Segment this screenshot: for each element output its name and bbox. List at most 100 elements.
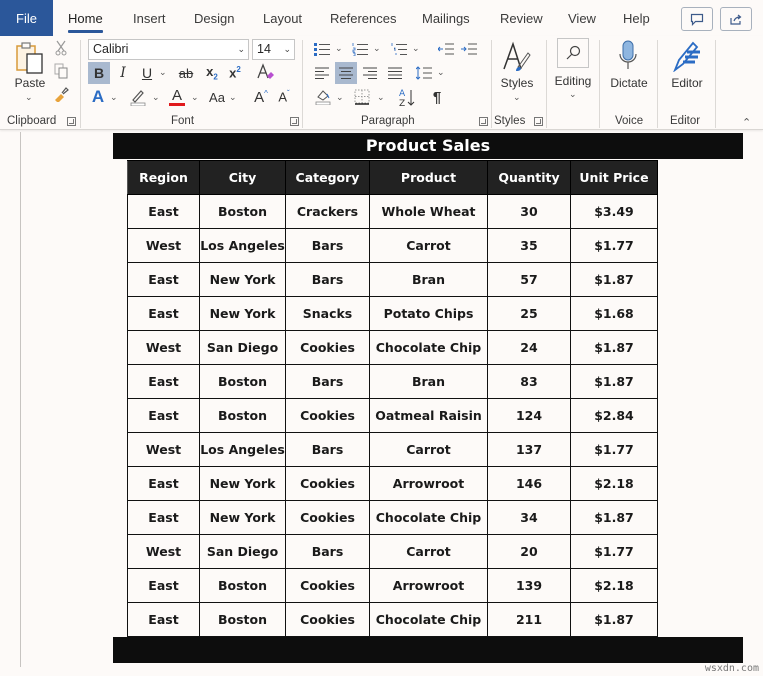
tab-references[interactable]: References (330, 0, 396, 36)
table-cell[interactable]: Cookies (285, 466, 370, 501)
copy-button[interactable] (53, 63, 69, 79)
table-cell[interactable]: Arrowroot (369, 568, 488, 603)
comments-button[interactable] (681, 7, 713, 31)
cut-button[interactable] (53, 40, 69, 56)
paste-button[interactable] (13, 40, 47, 76)
paragraph-dialog-launcher[interactable] (479, 117, 488, 126)
bullets-button[interactable] (313, 40, 331, 58)
dictate-button[interactable] (614, 39, 642, 73)
table-cell[interactable]: 24 (487, 330, 571, 365)
table-cell[interactable]: Crackers (285, 194, 370, 229)
table-cell[interactable]: 34 (487, 500, 571, 535)
table-cell[interactable]: $1.87 (570, 602, 658, 637)
table-cell[interactable]: $2.18 (570, 568, 658, 603)
tab-insert[interactable]: Insert (133, 0, 166, 36)
format-painter-button[interactable] (53, 86, 69, 102)
table-cell[interactable]: San Diego (199, 330, 286, 365)
table-cell[interactable]: $1.77 (570, 432, 658, 467)
table-cell[interactable]: $3.49 (570, 194, 658, 229)
sort-button[interactable]: AZ (396, 86, 418, 108)
align-right-button[interactable] (360, 63, 380, 83)
table-cell[interactable]: Boston (199, 398, 286, 433)
table-cell[interactable]: Cookies (285, 398, 370, 433)
table-cell[interactable]: Bars (285, 534, 370, 569)
table-cell[interactable]: Los Angeles (199, 432, 286, 467)
table-cell[interactable]: Boston (199, 194, 286, 229)
table-cell[interactable]: Snacks (285, 296, 370, 331)
align-left-button[interactable] (312, 63, 332, 83)
grow-font-button[interactable]: A^ (251, 86, 271, 108)
table-cell[interactable]: $1.87 (570, 262, 658, 297)
table-cell[interactable]: East (127, 262, 200, 297)
table-cell[interactable]: Carrot (369, 228, 488, 263)
text-effects-button[interactable]: A (89, 86, 107, 108)
line-spacing-button[interactable] (414, 63, 434, 83)
table-cell[interactable]: New York (199, 500, 286, 535)
tab-home[interactable]: Home (68, 0, 103, 36)
table-cell[interactable]: Arrowroot (369, 466, 488, 501)
table-cell[interactable]: Chocolate Chip (369, 500, 488, 535)
bullets-dropdown[interactable]: ⌄ (335, 43, 343, 54)
editing-button[interactable] (557, 38, 589, 68)
styles-dropdown[interactable]: ⌄ (513, 92, 521, 103)
multilevel-list-dropdown[interactable]: ⌄ (412, 43, 420, 54)
table-cell[interactable]: 30 (487, 194, 571, 229)
table-cell[interactable]: 137 (487, 432, 571, 467)
tab-help[interactable]: Help (623, 0, 650, 36)
table-cell[interactable]: West (127, 330, 200, 365)
font-size-combo[interactable]: 14 ⌄ (252, 39, 295, 60)
table-cell[interactable]: Bars (285, 262, 370, 297)
editing-dropdown[interactable]: ⌄ (569, 89, 577, 100)
table-cell[interactable]: $2.84 (570, 398, 658, 433)
table-cell[interactable]: 124 (487, 398, 571, 433)
multilevel-list-button[interactable] (390, 40, 408, 58)
chevron-down-icon[interactable]: ⌄ (237, 40, 245, 59)
table-cell[interactable]: $1.77 (570, 534, 658, 569)
show-formatting-marks-button[interactable]: ¶ (428, 86, 446, 108)
editor-button[interactable] (670, 39, 704, 73)
justify-button[interactable] (385, 63, 405, 83)
table-cell[interactable]: Cookies (285, 330, 370, 365)
shading-button[interactable] (313, 87, 333, 107)
table-cell[interactable]: East (127, 296, 200, 331)
table-cell[interactable]: 146 (487, 466, 571, 501)
table-cell[interactable]: $1.87 (570, 330, 658, 365)
strikethrough-button[interactable]: ab (175, 62, 197, 84)
tab-layout[interactable]: Layout (263, 0, 302, 36)
table-cell[interactable]: $1.87 (570, 364, 658, 399)
tab-mailings[interactable]: Mailings (422, 0, 470, 36)
chevron-down-icon[interactable]: ⌄ (283, 40, 291, 59)
table-cell[interactable]: Cookies (285, 500, 370, 535)
tab-view[interactable]: View (568, 0, 596, 36)
table-cell[interactable]: 25 (487, 296, 571, 331)
numbering-dropdown[interactable]: ⌄ (373, 43, 381, 54)
font-color-button[interactable]: A (168, 86, 186, 108)
table-cell[interactable]: Boston (199, 568, 286, 603)
table-cell[interactable]: Bran (369, 364, 488, 399)
borders-button[interactable] (352, 87, 372, 107)
table-cell[interactable]: Bars (285, 228, 370, 263)
table-cell[interactable]: $1.77 (570, 228, 658, 263)
change-case-dropdown[interactable]: ⌄ (229, 92, 237, 103)
table-cell[interactable]: East (127, 398, 200, 433)
table-cell[interactable]: East (127, 602, 200, 637)
collapse-ribbon-button[interactable]: ⌃ (742, 116, 751, 129)
font-color-dropdown[interactable]: ⌄ (191, 92, 199, 103)
table-cell[interactable]: $1.68 (570, 296, 658, 331)
superscript-button[interactable]: x2 (226, 62, 244, 84)
table-cell[interactable]: 35 (487, 228, 571, 263)
underline-dropdown[interactable]: ⌄ (159, 67, 167, 78)
table-cell[interactable]: 20 (487, 534, 571, 569)
table-cell[interactable]: West (127, 432, 200, 467)
shading-dropdown[interactable]: ⌄ (336, 92, 344, 103)
borders-dropdown[interactable]: ⌄ (377, 92, 385, 103)
shrink-font-button[interactable]: Aˇ (275, 86, 293, 108)
table-cell[interactable]: East (127, 500, 200, 535)
table-cell[interactable]: West (127, 228, 200, 263)
table-cell[interactable]: East (127, 194, 200, 229)
clear-formatting-button[interactable] (254, 61, 276, 83)
highlight-dropdown[interactable]: ⌄ (152, 92, 160, 103)
table-cell[interactable]: 83 (487, 364, 571, 399)
styles-dialog-launcher[interactable] (534, 117, 543, 126)
table-cell[interactable]: Potato Chips (369, 296, 488, 331)
